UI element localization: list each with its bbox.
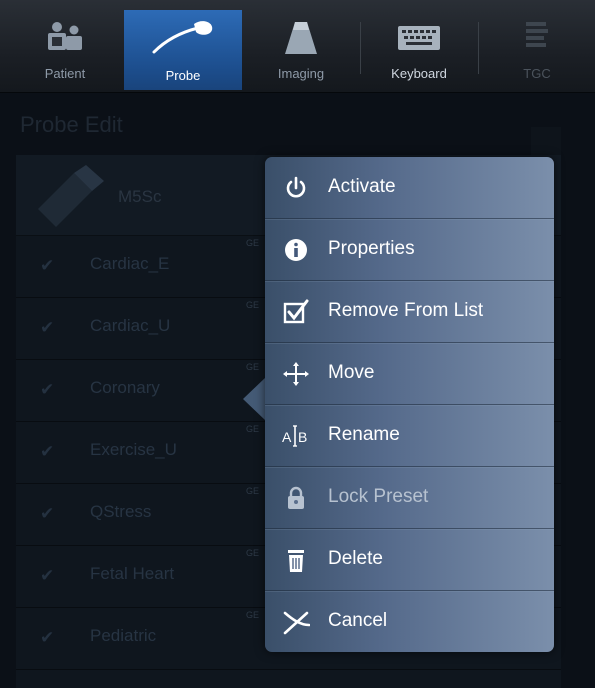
preset-tag: GE [246,610,260,620]
preset-name: Cardiac_E [90,254,170,273]
preset-tag: GE [246,424,260,434]
menu-item-label: Activate [328,176,396,197]
tgc-icon [526,22,548,47]
tab-label: Keyboard [391,66,447,81]
imaging-icon [285,22,317,54]
move-icon [283,362,309,386]
tab-label: Imaging [277,66,325,81]
preset-name: Pediatric [90,626,157,645]
probe-image-icon [38,165,104,227]
context-menu: Activate Properties Remove From List Mov… [265,157,554,652]
menu-item-rename[interactable]: A B Rename [265,405,554,467]
check-icon: ✔ [40,318,55,337]
menu-item-lock-preset[interactable]: Lock Preset [265,467,554,529]
lock-icon [288,486,304,509]
svg-text:A: A [282,429,292,445]
menu-item-activate[interactable]: Activate [265,157,554,219]
tab-label: Patient [44,66,86,81]
menu-item-label: Move [328,362,375,383]
tab-keyboard[interactable]: Keyboard [360,8,478,88]
page-title: Probe Edit [20,112,123,137]
tab-imaging[interactable]: Imaging [242,8,360,88]
keyboard-icon [398,26,440,50]
preset-tag: GE [246,300,260,310]
preset-name: Coronary [90,378,160,397]
check-icon: ✔ [40,504,55,523]
check-icon: ✔ [40,380,55,399]
menu-item-label: Properties [328,238,415,259]
check-icon: ✔ [40,566,55,585]
tab-label: TGC [523,66,551,81]
menu-item-label: Delete [328,548,383,569]
menu-item-label: Cancel [328,610,388,631]
preset-tag: GE [246,486,260,496]
probe-icon [152,21,213,54]
menu-item-label: Remove From List [328,300,484,321]
info-icon [285,239,307,261]
rename-icon: A B [282,425,307,447]
menu-item-label: Lock Preset [328,486,429,507]
menu-item-cancel[interactable]: Cancel [265,591,554,652]
preset-name: Fetal Heart [90,564,175,583]
check-icon: ✔ [40,256,55,275]
preset-name: Cardiac_U [90,316,171,335]
menu-item-remove-from-list[interactable]: Remove From List [265,281,554,343]
cancel-icon [283,611,310,635]
preset-name: Exercise_U [90,440,177,459]
checkbox-icon [283,299,309,324]
probe-name: M5Sc [118,187,162,206]
check-icon: ✔ [40,442,55,461]
power-icon [286,176,306,198]
check-icon: ✔ [40,628,55,647]
patient-icon [48,22,82,50]
menu-item-move[interactable]: Move [265,343,554,405]
preset-name: QStress [90,502,152,521]
menu-item-label: Rename [328,424,400,445]
menu-item-properties[interactable]: Properties [265,219,554,281]
preset-tag: GE [246,238,260,248]
preset-tag: GE [246,548,260,558]
trash-icon [288,550,304,572]
svg-text:B: B [298,429,307,445]
preset-tag: GE [246,362,260,372]
tab-patient[interactable]: Patient [6,8,124,88]
menu-pointer [243,377,266,421]
top-tab-bar: Patient Probe Imaging Keyboard TGC [0,0,595,93]
menu-item-delete[interactable]: Delete [265,529,554,591]
tab-probe[interactable]: Probe [124,10,242,90]
tab-label: Probe [165,68,201,83]
tab-tgc[interactable]: TGC [478,8,595,88]
